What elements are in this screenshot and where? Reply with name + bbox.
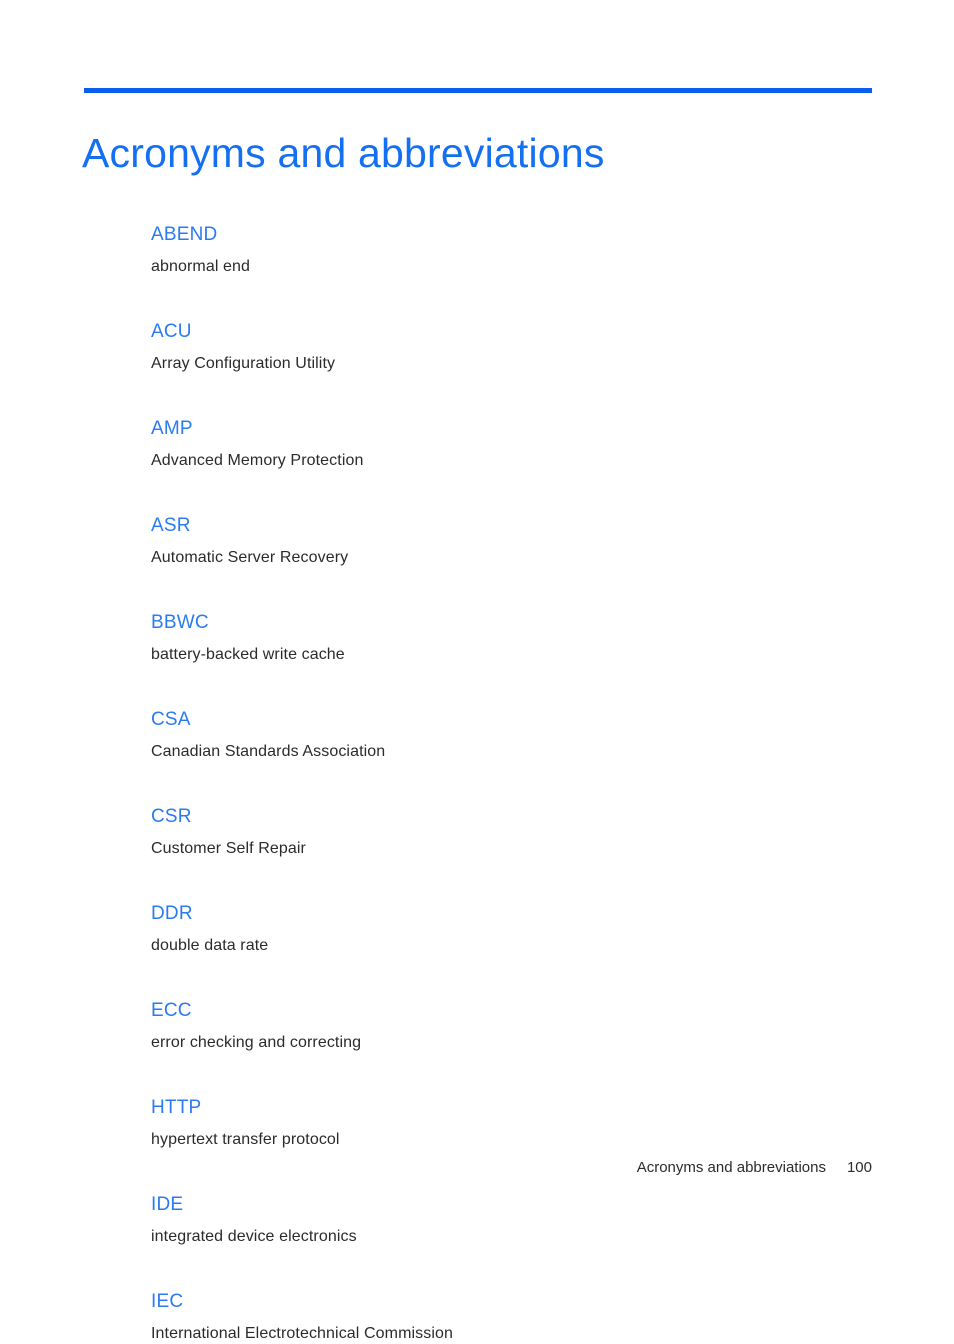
glossary-entry: ECC error checking and correcting bbox=[151, 999, 872, 1053]
glossary-definition: Canadian Standards Association bbox=[151, 743, 386, 760]
footer-section-title: Acronyms and abbreviations bbox=[636, 1159, 826, 1176]
footer-page-number: 100 bbox=[846, 1159, 872, 1176]
glossary-term: DDR bbox=[151, 903, 193, 924]
glossary-entry: HTTP hypertext transfer protocol bbox=[151, 1096, 872, 1150]
glossary-entry: ASR Automatic Server Recovery bbox=[151, 514, 872, 568]
glossary-term: CSR bbox=[151, 806, 192, 827]
glossary-term: ACU bbox=[151, 321, 192, 342]
glossary-definition: error checking and correcting bbox=[151, 1034, 362, 1051]
document-page: Acronyms and abbreviations ABEND abnormal… bbox=[0, 0, 954, 1342]
glossary-entry: BBWC battery-backed write cache bbox=[151, 611, 872, 665]
glossary-entry: IDE integrated device electronics bbox=[151, 1193, 872, 1247]
glossary-entry: AMP Advanced Memory Protection bbox=[151, 417, 872, 471]
glossary-term: IEC bbox=[151, 1291, 184, 1312]
glossary-entry: ABEND abnormal end bbox=[151, 223, 872, 277]
glossary-term: CSA bbox=[151, 709, 191, 730]
glossary-definition: Advanced Memory Protection bbox=[151, 452, 364, 469]
glossary-term: ECC bbox=[151, 1000, 192, 1021]
glossary-definition: Array Configuration Utility bbox=[151, 355, 336, 372]
glossary-term: AMP bbox=[151, 418, 193, 439]
glossary-term: BBWC bbox=[151, 612, 209, 633]
glossary-definition: hypertext transfer protocol bbox=[151, 1131, 340, 1148]
glossary-entry: ACU Array Configuration Utility bbox=[151, 320, 872, 374]
glossary-entry: CSR Customer Self Repair bbox=[151, 805, 872, 859]
glossary-entry: DDR double data rate bbox=[151, 902, 872, 956]
title-accent-rule bbox=[84, 88, 872, 93]
page-title: Acronyms and abbreviations bbox=[82, 130, 605, 177]
glossary-entry: IEC International Electrotechnical Commis… bbox=[151, 1290, 872, 1344]
glossary-definition: integrated device electronics bbox=[151, 1228, 357, 1245]
glossary-definition: abnormal end bbox=[151, 258, 251, 275]
glossary-entry: CSA Canadian Standards Association bbox=[151, 708, 872, 762]
glossary-term: ASR bbox=[151, 515, 191, 536]
glossary-term: HTTP bbox=[151, 1097, 202, 1118]
glossary-definition: International Electrotechnical Commissio… bbox=[151, 1325, 454, 1342]
glossary-term: IDE bbox=[151, 1194, 184, 1215]
page-footer: Acronyms and abbreviations 100 bbox=[84, 1158, 872, 1178]
glossary-term: ABEND bbox=[151, 224, 218, 245]
glossary-definition: Customer Self Repair bbox=[151, 840, 306, 857]
glossary-definition: Automatic Server Recovery bbox=[151, 549, 349, 566]
glossary-definition: battery-backed write cache bbox=[151, 646, 345, 663]
glossary-definition: double data rate bbox=[151, 937, 269, 954]
